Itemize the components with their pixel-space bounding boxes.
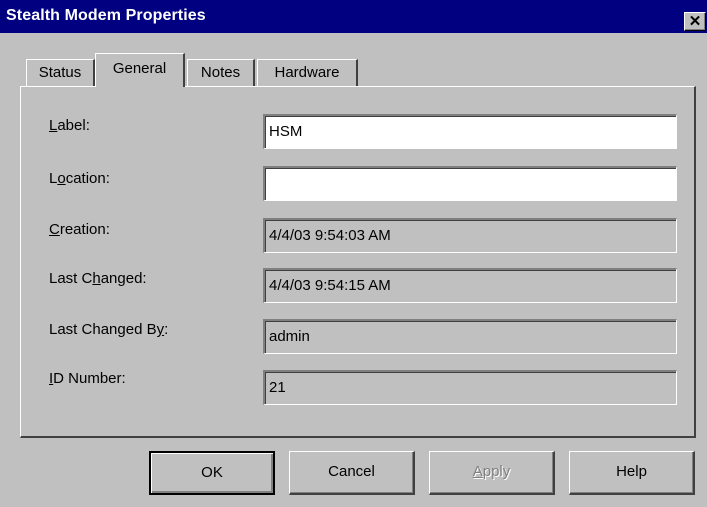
tab-label: Hardware [274, 64, 340, 81]
tab-status[interactable]: Status [26, 59, 95, 86]
last-changed-field: 4/4/03 9:54:15 AM [263, 268, 677, 303]
help-button[interactable]: Help [569, 451, 695, 495]
label-caption: Label: [49, 117, 90, 134]
cancel-button[interactable]: Cancel [289, 451, 415, 495]
creation-field: 4/4/03 9:54:03 AM [263, 218, 677, 253]
tab-label: General [112, 60, 167, 77]
tab-notes[interactable]: Notes [187, 59, 255, 86]
general-tab-panel: Label: HSM Location: Creation: 4/4/03 9:… [20, 86, 696, 438]
apply-button-label: Apply [472, 463, 511, 480]
last-changed-by-field: admin [263, 319, 677, 354]
ok-button[interactable]: OK [149, 451, 275, 495]
title-bar: Stealth Modem Properties ✕ [0, 0, 707, 33]
label-input[interactable]: HSM [263, 114, 677, 149]
location-input[interactable] [263, 166, 677, 201]
apply-button[interactable]: Apply [429, 451, 555, 495]
tab-label: Status [38, 64, 82, 81]
id-number-field: 21 [263, 370, 677, 405]
close-button[interactable]: ✕ [684, 12, 706, 31]
last-changed-by-caption: Last Changed By: [49, 321, 169, 338]
creation-caption: Creation: [49, 221, 110, 238]
tab-hardware[interactable]: Hardware [257, 59, 358, 86]
last-changed-caption: Last Changed: [49, 270, 147, 287]
window-title: Stealth Modem Properties [6, 7, 206, 24]
location-caption: Location: [49, 170, 110, 187]
ok-button-label: OK [201, 464, 223, 481]
close-icon: ✕ [688, 13, 702, 30]
help-button-label: Help [616, 463, 647, 480]
tab-general[interactable]: General [95, 53, 185, 87]
tab-label: Notes [200, 64, 241, 81]
cancel-button-label: Cancel [328, 463, 375, 480]
id-number-caption: ID Number: [49, 370, 126, 387]
